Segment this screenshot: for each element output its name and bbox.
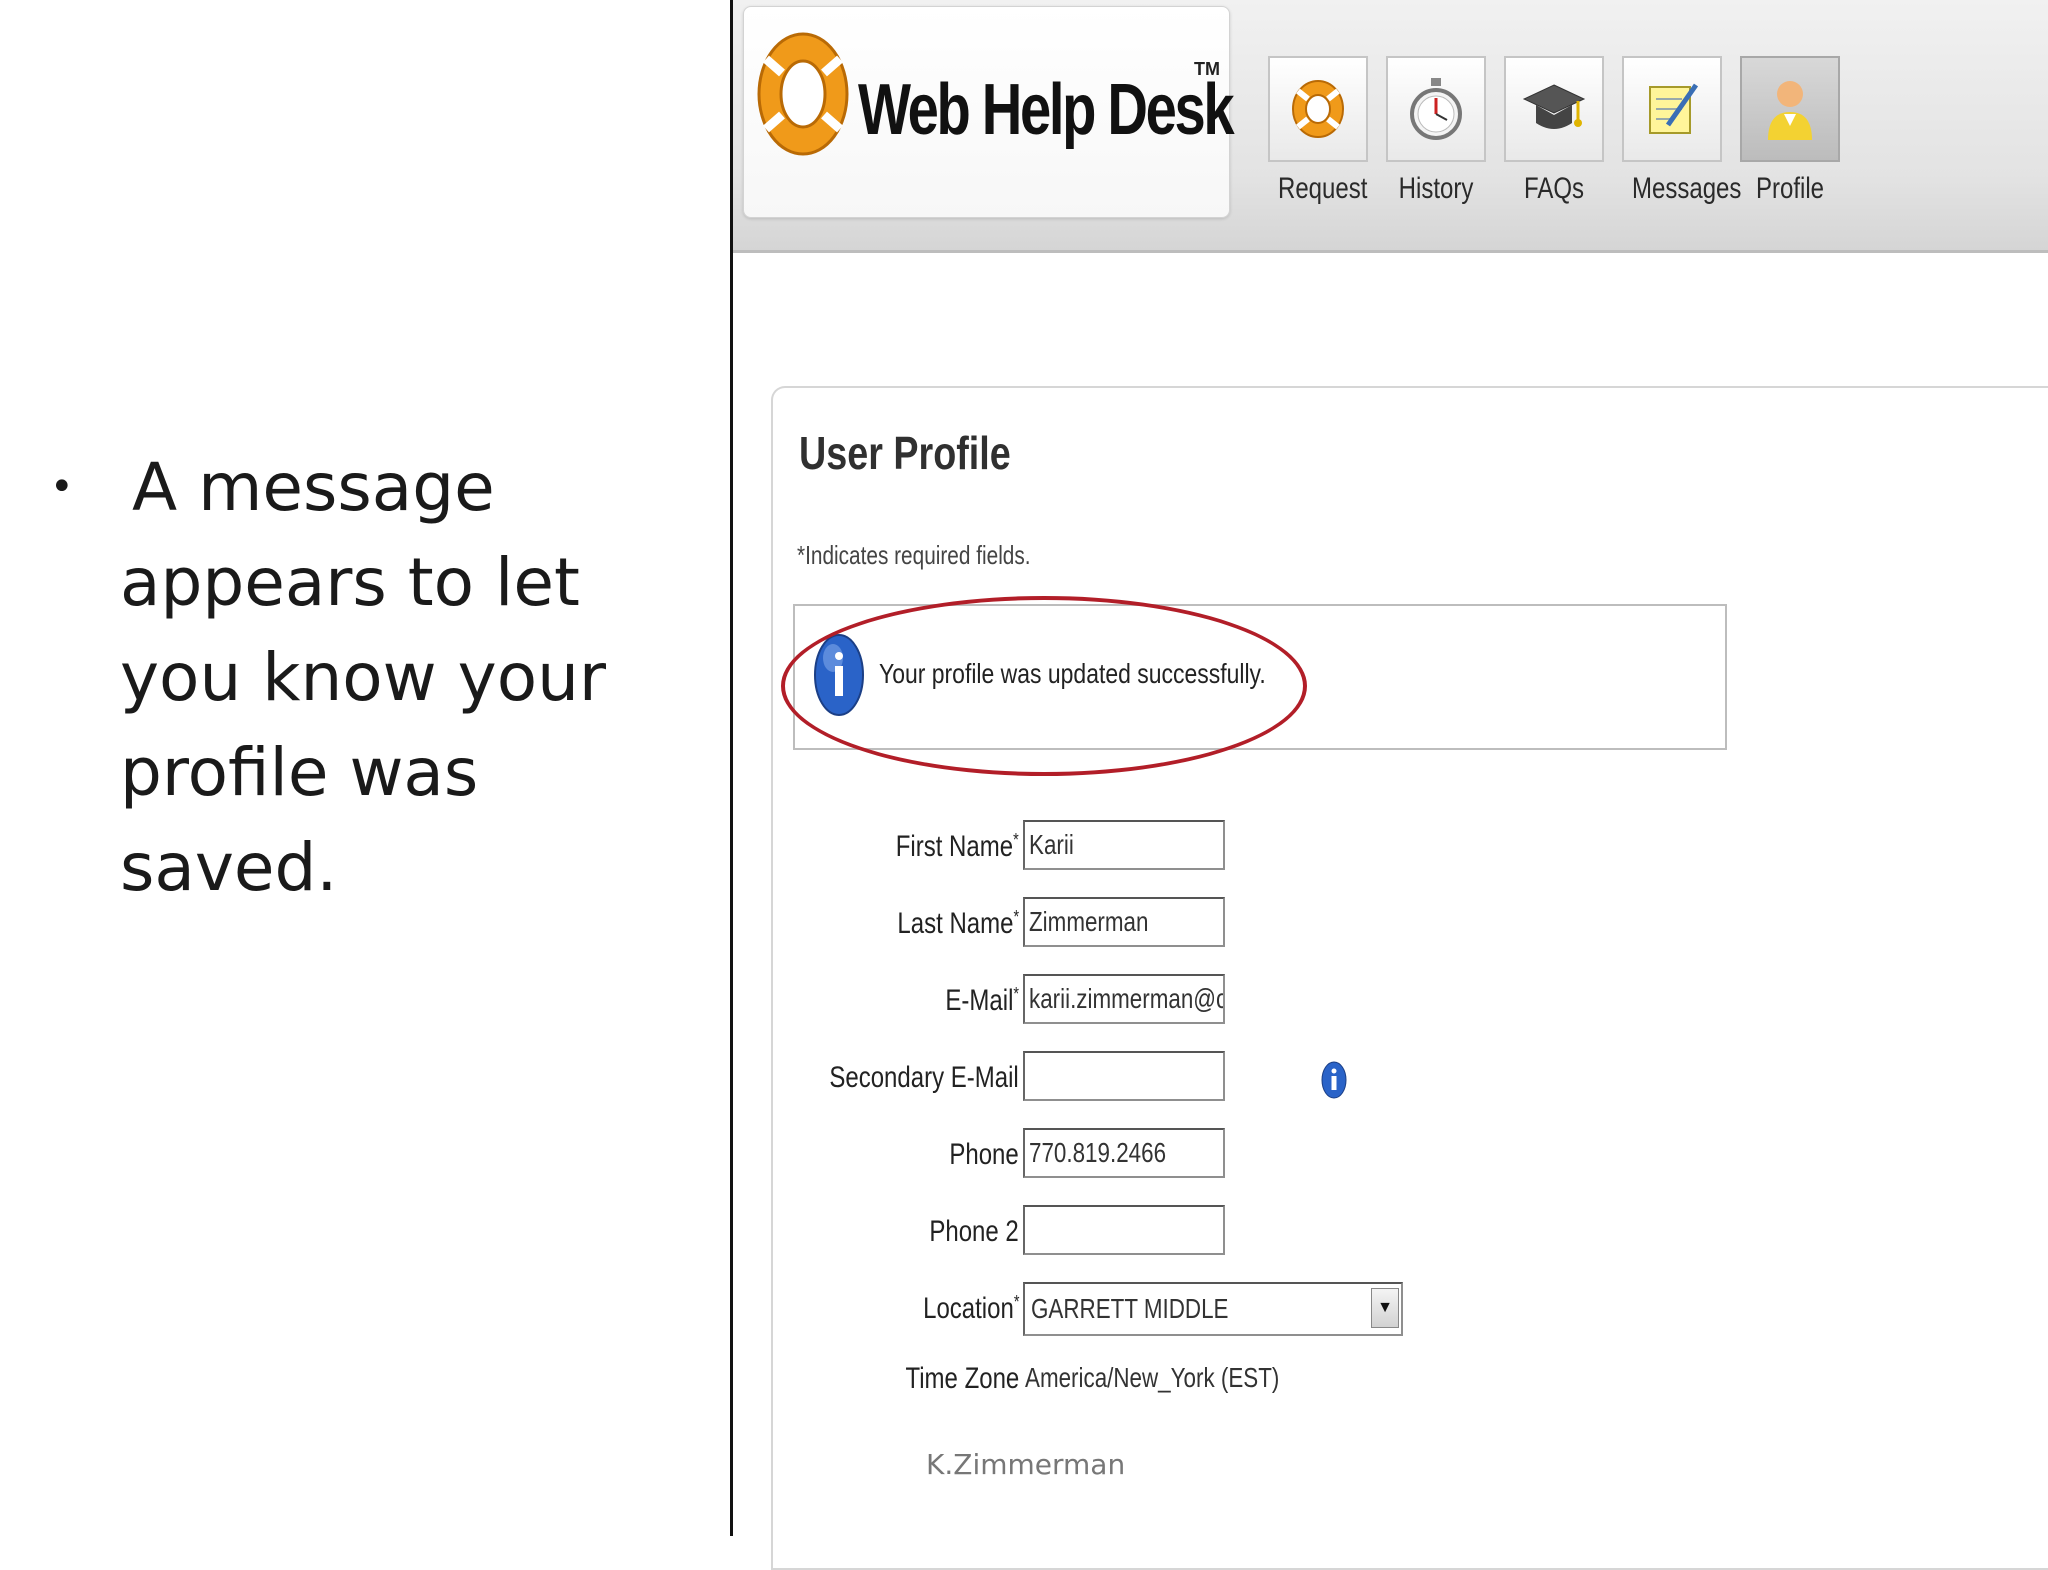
nav-messages[interactable]: Messages (1622, 56, 1742, 206)
page-title: User Profile (799, 427, 1011, 479)
nav-request[interactable]: Request (1268, 56, 1368, 206)
phone2-row: Phone 2 (773, 1205, 1019, 1261)
last-name-label: Last Name* (897, 907, 1019, 940)
web-help-desk-screenshot: Web Help Desk TM Request History FAQs Me… (733, 0, 2048, 1570)
header-bar: Web Help Desk TM Request History FAQs Me… (733, 0, 2048, 253)
phone-row: Phone (773, 1128, 1019, 1184)
stopwatch-icon (1410, 78, 1462, 140)
secondary-email-label: Secondary E-Mail (829, 1061, 1019, 1094)
nav-profile-label: Profile (1755, 172, 1825, 205)
notepad-icon (1649, 83, 1699, 134)
nav-faqs[interactable]: FAQs (1504, 56, 1604, 206)
dropdown-arrow-icon[interactable]: ▼ (1371, 1288, 1399, 1328)
life-ring-logo-icon (757, 32, 849, 156)
phone-label: Phone (949, 1138, 1019, 1171)
time-zone-label: Time Zone (905, 1362, 1019, 1395)
phone-field[interactable]: 770.819.2466 (1023, 1128, 1225, 1178)
phone2-label: Phone 2 (929, 1215, 1019, 1248)
nav-messages-label: Messages (1632, 172, 1742, 205)
highlight-circle (781, 596, 1307, 776)
logo[interactable]: Web Help Desk TM (743, 6, 1235, 218)
last-name-field[interactable]: Zimmerman (1023, 897, 1225, 947)
email-label: E-Mail* (945, 984, 1019, 1017)
location-selected-value: GARRETT MIDDLE (1031, 1293, 1229, 1324)
location-label: Location* (922, 1292, 1019, 1325)
email-row: E-Mail* (773, 974, 1019, 1030)
first-name-label: First Name* (896, 830, 1019, 863)
nav-faqs-label: FAQs (1523, 172, 1584, 205)
secondary-email-field[interactable] (1023, 1051, 1225, 1101)
footer-credit: K.Zimmerman (926, 1448, 1126, 1481)
first-name-field[interactable]: Karii (1023, 820, 1225, 870)
user-profile-panel: User Profile *Indicates required fields.… (771, 386, 2048, 1570)
bullet-dot: • (50, 464, 74, 510)
user-icon (1768, 81, 1812, 140)
first-name-row: First Name* (773, 820, 1019, 876)
nav-history-label: History (1398, 172, 1474, 205)
nav-profile[interactable]: Profile (1740, 56, 1840, 206)
required-fields-note: *Indicates required fields. (797, 540, 1031, 570)
success-message-box: Your profile was updated successfully. (781, 596, 1727, 776)
life-ring-icon (1292, 80, 1344, 138)
nav-request-label: Request (1278, 172, 1368, 205)
phone2-field[interactable] (1023, 1205, 1225, 1255)
location-select[interactable]: GARRETT MIDDLE ▼ (1023, 1282, 1403, 1336)
logo-trademark: TM (1194, 59, 1220, 79)
location-row: Location* (773, 1282, 1019, 1338)
graduation-cap-icon (1522, 84, 1586, 129)
last-name-row: Last Name* (773, 897, 1019, 953)
logo-text: Web Help Desk (858, 70, 1235, 150)
time-zone-row: Time Zone (773, 1352, 1019, 1408)
secondary-email-info-icon[interactable] (1321, 1060, 1347, 1100)
email-field[interactable]: karii.zimmerman@cobbk12 (1023, 974, 1225, 1024)
nav-history[interactable]: History (1386, 56, 1486, 206)
time-zone-value: America/New_York (EST) (1025, 1362, 1280, 1393)
secondary-email-row: Secondary E-Mail (773, 1051, 1019, 1107)
bullet-text: A message appears to let you know your p… (120, 449, 607, 906)
